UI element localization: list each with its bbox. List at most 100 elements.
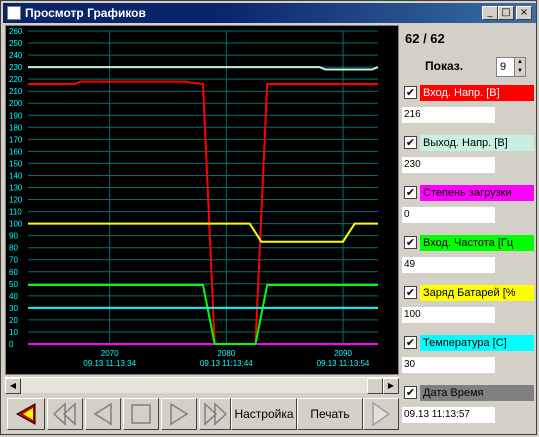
param-value: 230 <box>402 157 495 173</box>
y-tick-label: 120 <box>9 196 23 205</box>
x-tick-label: 2090 <box>334 349 352 358</box>
fast-forward-button[interactable] <box>199 398 231 430</box>
window-title: Просмотр Графиков <box>25 6 146 20</box>
step-backward-button[interactable] <box>85 398 121 430</box>
spin-down-icon[interactable]: ▼ <box>515 67 525 76</box>
maximize-button[interactable]: □ <box>498 6 514 20</box>
y-tick-label: 70 <box>9 256 18 265</box>
y-tick-label: 220 <box>9 75 23 84</box>
close-button[interactable]: × <box>516 6 532 20</box>
chart-viewer-window: Просмотр Графиков _ □ × 0 10 20 30 40 50 60 70 8… <box>0 0 537 435</box>
param-checkbox[interactable]: ✔ <box>404 386 417 399</box>
y-tick-label: 250 <box>9 39 23 48</box>
param-checkbox[interactable]: ✔ <box>404 286 417 299</box>
x-tick-sublabel: 09.13 11:13:44 <box>200 359 253 368</box>
y-tick-label: 190 <box>9 111 23 120</box>
y-tick-label: 80 <box>9 244 18 253</box>
param-row: ✔ Вход. Частота [Гц <box>404 235 534 251</box>
param-row: ✔ Выход. Напр. [В] <box>404 135 534 151</box>
y-tick-label: 140 <box>9 171 23 180</box>
y-tick-label: 210 <box>9 87 23 96</box>
y-tick-label: 260 <box>9 27 23 36</box>
stop-button[interactable] <box>123 398 159 430</box>
series-line <box>28 284 378 345</box>
forward-button[interactable] <box>363 398 399 430</box>
settings-button[interactable]: Настройка <box>231 398 297 430</box>
show-label: Показ. <box>425 59 464 73</box>
fast-backward-icon <box>52 402 76 426</box>
param-value: 30 <box>402 357 495 373</box>
y-tick-label: 30 <box>9 304 18 313</box>
record-counter: 62 / 62 <box>405 31 445 46</box>
y-tick-label: 90 <box>9 232 18 241</box>
step-forward-button[interactable] <box>161 398 197 430</box>
series-line <box>28 80 378 345</box>
x-tick-label: 2070 <box>101 349 119 358</box>
stop-icon <box>131 404 151 424</box>
show-spinner-value[interactable]: 9 <box>500 61 506 73</box>
horizontal-scrollbar[interactable]: ◀ ▶ <box>5 377 399 394</box>
y-tick-label: 10 <box>9 328 18 337</box>
y-tick-label: 180 <box>9 123 23 132</box>
y-tick-label: 20 <box>9 316 18 325</box>
chart-area[interactable]: 0 10 20 30 40 50 60 70 80 90 100 110 120 130 140 150 160… <box>5 25 399 375</box>
y-tick-label: 240 <box>9 51 23 60</box>
param-label: Дата Время <box>420 385 534 401</box>
y-tick-label: 110 <box>9 208 22 217</box>
forward-arrow-icon <box>372 401 391 427</box>
back-arrow-icon <box>15 403 36 425</box>
y-tick-label: 130 <box>9 184 23 193</box>
fast-forward-icon <box>204 402 228 426</box>
scroll-thumb[interactable] <box>367 378 383 394</box>
param-row: ✔ Степень загрузки <box>404 185 534 201</box>
param-value: 09.13 11:13:57 <box>402 407 495 423</box>
param-label: Выход. Напр. [В] <box>420 135 534 151</box>
y-tick-label: 150 <box>9 159 23 168</box>
y-tick-label: 170 <box>9 135 23 144</box>
param-value: 49 <box>402 257 495 273</box>
param-checkbox[interactable]: ✔ <box>404 236 417 249</box>
y-tick-label: 60 <box>9 268 18 277</box>
series-line <box>28 222 378 243</box>
y-tick-label: 160 <box>9 147 23 156</box>
param-value: 100 <box>402 307 495 323</box>
param-row: ✔ Вход. Напр. [В] <box>404 85 534 101</box>
param-label: Вход. Напр. [В] <box>420 85 534 101</box>
parameters-panel: 62 / 62 Показ. 9 ▲ ▼ ✔ Вход. Напр. [В] 216… <box>401 25 536 435</box>
param-row: ✔ Температура [C] <box>404 335 534 351</box>
y-tick-label: 200 <box>9 99 23 108</box>
spin-up-icon[interactable]: ▲ <box>515 58 525 67</box>
app-icon <box>7 6 21 20</box>
param-label: Степень загрузки <box>420 185 534 201</box>
param-checkbox[interactable]: ✔ <box>404 336 417 349</box>
chart-svg: 0 10 20 30 40 50 60 70 80 90 100 110 120 130 140 150 160… <box>9 27 379 368</box>
param-label: Заряд Батарей [% <box>420 285 534 301</box>
title-bar[interactable]: Просмотр Графиков _ □ × <box>3 3 536 23</box>
scroll-left-button[interactable]: ◀ <box>5 378 21 394</box>
param-checkbox[interactable]: ✔ <box>404 86 417 99</box>
x-tick-sublabel: 09.13 11:13:54 <box>317 359 370 368</box>
param-row: ✔ Заряд Батарей [% <box>404 285 534 301</box>
param-value: 0 <box>402 207 495 223</box>
y-tick-label: 100 <box>9 220 23 229</box>
y-tick-label: 0 <box>9 340 14 349</box>
fast-backward-button[interactable] <box>47 398 83 430</box>
x-tick-sublabel: 09.13 11:13:34 <box>83 359 136 368</box>
step-backward-icon <box>93 402 112 426</box>
step-forward-icon <box>170 402 189 426</box>
print-button[interactable]: Печать <box>297 398 363 430</box>
y-tick-label: 40 <box>9 292 18 301</box>
param-checkbox[interactable]: ✔ <box>404 136 417 149</box>
param-checkbox[interactable]: ✔ <box>404 186 417 199</box>
scroll-right-button[interactable]: ▶ <box>383 378 399 394</box>
param-label: Вход. Частота [Гц <box>420 235 534 251</box>
playback-toolbar: Настройка Печать <box>5 397 399 433</box>
show-spinner[interactable]: 9 ▲ ▼ <box>496 57 526 77</box>
param-label: Температура [C] <box>420 335 534 351</box>
y-tick-label: 230 <box>9 63 23 72</box>
x-tick-label: 2080 <box>217 349 235 358</box>
param-row: ✔ Дата Время <box>404 385 534 401</box>
minimize-button[interactable]: _ <box>482 6 498 20</box>
param-value: 216 <box>402 107 495 123</box>
rewind-back-button[interactable] <box>7 398 45 430</box>
